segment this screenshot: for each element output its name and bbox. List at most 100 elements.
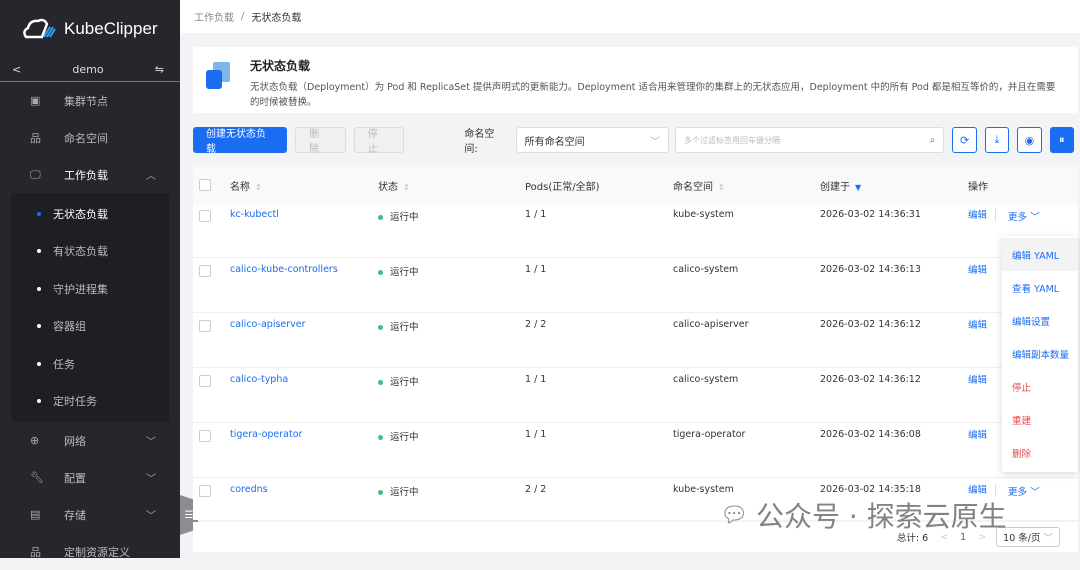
header-label: 命名空间 (673, 182, 713, 193)
menu-view-yaml[interactable]: 查看 YAML (1002, 271, 1078, 304)
chevron-down-icon: ﹀ (650, 133, 660, 148)
download-button[interactable]: ⤓ (985, 127, 1009, 153)
pods-count: 1 / 1 (525, 264, 673, 275)
created-time: 2026-03-02 14:36:31 (820, 209, 968, 220)
view-button[interactable]: ◉ (1017, 127, 1041, 153)
col-created[interactable]: 创建于▼ (820, 178, 968, 193)
more-label: 更多 (1008, 487, 1027, 498)
delete-button[interactable]: 删 除 (295, 127, 346, 153)
header-label: 名称 (230, 182, 250, 193)
breadcrumb-current: 无状态负载 (251, 9, 301, 24)
row-checkbox[interactable] (199, 375, 211, 387)
nav-config[interactable]: 🔧︎配置﹀ (0, 459, 180, 496)
sub-deployments[interactable]: 无状态负载 (11, 195, 169, 233)
chevron-up-icon: ︿ (146, 167, 156, 182)
deployment-name-link[interactable]: tigera-operator (230, 429, 302, 440)
switch-icon[interactable]: ⇋ (155, 63, 164, 76)
row-checkbox[interactable] (199, 430, 211, 442)
more-actions-button[interactable]: 更多 ﹀ (1008, 484, 1040, 498)
edit-button[interactable]: 编辑 (968, 262, 987, 276)
sub-label: 无状态负载 (53, 206, 108, 222)
header-label: Pods(正常/全部) (525, 182, 600, 193)
nav-label: 配置 (64, 470, 86, 486)
created-time: 2026-03-02 14:36:13 (820, 264, 968, 275)
namespace-label: 命名空间: (464, 125, 506, 155)
namespace-icon: 品 (30, 130, 64, 146)
menu-edit-replicas[interactable]: 编辑副本数量 (1002, 337, 1078, 370)
cluster-switcher[interactable]: < demo ⇋ (0, 58, 180, 82)
storage-icon: ▤ (30, 508, 64, 521)
sub-label: 守护进程集 (53, 281, 108, 297)
deployment-name-link[interactable]: calico-apiserver (230, 319, 306, 330)
pause-icon: ⏸︎ (1059, 133, 1065, 147)
nodes-icon: ▣ (30, 94, 64, 107)
sub-cronjobs[interactable]: 定时任务 (11, 383, 169, 421)
search-icon: ⌕ (930, 135, 936, 146)
namespace-cell: calico-system (673, 264, 820, 275)
select-all-checkbox[interactable] (199, 179, 211, 191)
prev-page-button[interactable]: < (940, 532, 948, 543)
col-name[interactable]: 名称⇕ (230, 178, 378, 193)
nav-workloads[interactable]: 🖵工作负载︿ (0, 156, 180, 193)
edit-button[interactable]: 编辑 (968, 317, 987, 331)
nav-storage[interactable]: ▤存储﹀ (0, 496, 180, 533)
menu-stop[interactable]: 停止 (1002, 370, 1078, 403)
pods-count: 2 / 2 (525, 484, 673, 495)
edit-button[interactable]: 编辑 (968, 427, 987, 441)
breadcrumb-parent[interactable]: 工作负载 (194, 9, 234, 24)
next-page-button[interactable]: > (978, 532, 986, 543)
status-text: 运行中 (390, 377, 419, 388)
sidebar: KubeClipper < demo ⇋ ▣集群节点 品命名空间 🖵工作负载︿ … (0, 0, 180, 558)
more-actions-button[interactable]: 更多 ﹀ (1008, 209, 1040, 223)
pause-button[interactable]: ⏸︎ (1050, 127, 1074, 153)
edit-button[interactable]: 编辑 (968, 482, 987, 496)
namespace-select[interactable]: 所有命名空间﹀ (516, 127, 669, 153)
col-namespace[interactable]: 命名空间⇕ (673, 178, 820, 193)
bullet-icon (37, 324, 41, 328)
create-deployment-button[interactable]: 创建无状态负载 (193, 127, 287, 153)
nav-label: 网络 (64, 433, 86, 449)
filter-search-input[interactable]: 多个过滤标签用回车键分隔⌕ (675, 127, 944, 153)
menu-delete[interactable]: 删除 (1002, 436, 1078, 469)
edit-button[interactable]: 编辑 (968, 207, 987, 221)
deployments-table: 名称⇕ 状态⇕ Pods(正常/全部) 命名空间⇕ 创建于▼ 操作 kc-kub… (193, 165, 1078, 520)
status-text: 运行中 (390, 487, 419, 498)
row-checkbox[interactable] (199, 485, 211, 497)
row-checkbox[interactable] (199, 320, 211, 332)
main: 工作负载 / 无状态负载 无状态负载无状态负载（Deployment）为 Pod… (180, 0, 1080, 558)
deployment-name-link[interactable]: calico-typha (230, 374, 288, 385)
sub-statefulsets[interactable]: 有状态负载 (11, 233, 169, 271)
page-size-select[interactable]: 10 条/页﹀ (996, 527, 1060, 547)
total-count: 总计: 6 (897, 530, 928, 544)
status-running-icon (378, 380, 383, 385)
deployment-name-link[interactable]: calico-kube-controllers (230, 264, 338, 275)
namespace-cell: calico-apiserver (673, 319, 820, 330)
monitor-icon: 🖵 (30, 168, 64, 182)
row-checkbox[interactable] (199, 210, 211, 222)
page-number[interactable]: 1 (960, 532, 966, 543)
row-checkbox[interactable] (199, 265, 211, 277)
sub-jobs[interactable]: 任务 (11, 345, 169, 383)
sub-daemonsets[interactable]: 守护进程集 (11, 270, 169, 308)
edit-button[interactable]: 编辑 (968, 372, 987, 386)
stop-button[interactable]: 停 止 (354, 127, 405, 153)
col-status[interactable]: 状态⇕ (378, 178, 525, 193)
refresh-icon: ⟳ (960, 134, 969, 147)
refresh-button[interactable]: ⟳ (952, 127, 976, 153)
nav-crd[interactable]: 品定制资源定义 (0, 533, 180, 570)
logo[interactable]: KubeClipper (0, 0, 180, 58)
nav-network[interactable]: ⊕网络﹀ (0, 422, 180, 459)
sub-pods[interactable]: 容器组 (11, 308, 169, 346)
menu-redeploy[interactable]: 重建 (1002, 403, 1078, 436)
sub-label: 定时任务 (53, 393, 97, 409)
status-running-icon (378, 215, 383, 220)
col-actions: 操作 (968, 178, 1078, 193)
nav-namespaces[interactable]: 品命名空间 (0, 119, 180, 156)
back-icon[interactable]: < (12, 63, 21, 76)
deployment-name-link[interactable]: coredns (230, 484, 268, 495)
menu-edit-yaml[interactable]: 编辑 YAML (1002, 238, 1078, 271)
deployment-name-link[interactable]: kc-kubectl (230, 209, 279, 220)
menu-edit-settings[interactable]: 编辑设置 (1002, 304, 1078, 337)
table-row: kc-kubectl 运行中 1 / 1 kube-system 2026-03… (193, 203, 1078, 258)
nav-cluster-nodes[interactable]: ▣集群节点 (0, 82, 180, 119)
